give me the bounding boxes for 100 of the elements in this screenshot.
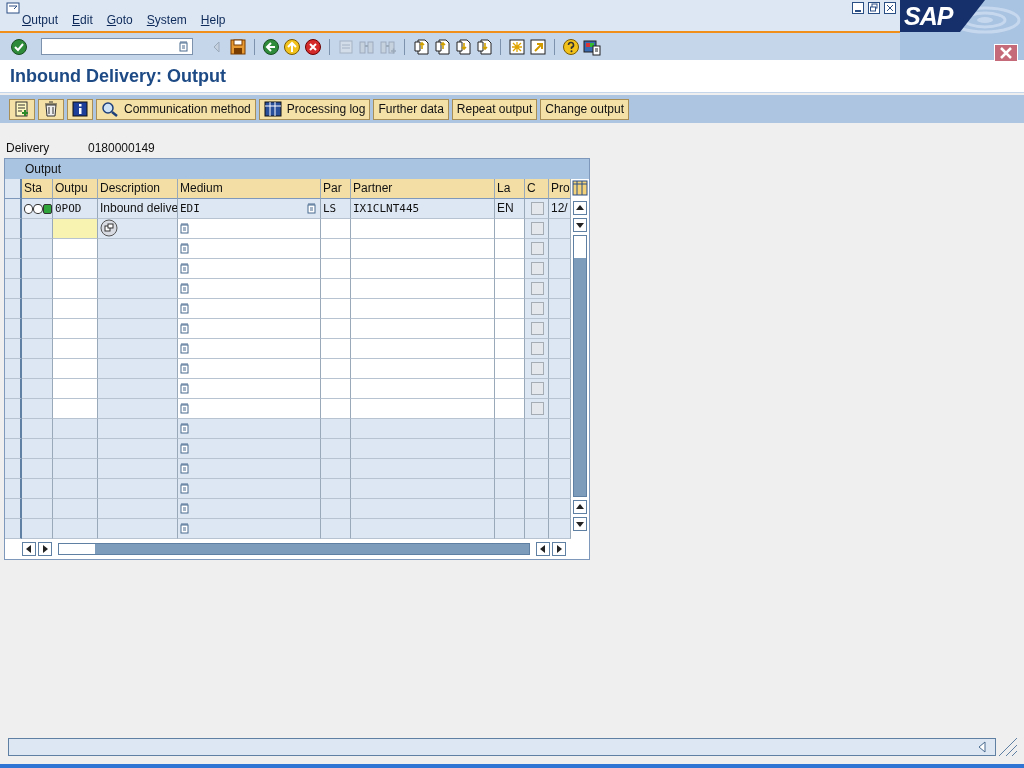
input-field[interactable] — [321, 319, 351, 339]
triangle-icon[interactable] — [977, 741, 987, 753]
input-field[interactable] — [351, 359, 495, 379]
scroll-left-button[interactable] — [22, 542, 36, 556]
value-help-icon[interactable] — [180, 283, 189, 294]
input-field[interactable] — [351, 319, 495, 339]
value-help-icon[interactable] — [180, 363, 189, 374]
checkbox[interactable] — [531, 382, 544, 395]
row-selector[interactable] — [5, 319, 22, 339]
row-selector[interactable] — [5, 219, 22, 239]
input-field[interactable] — [321, 339, 351, 359]
row-selector[interactable] — [5, 199, 22, 219]
checkbox[interactable] — [531, 302, 544, 315]
previous-page-icon[interactable] — [433, 37, 451, 56]
value-help-icon[interactable] — [180, 383, 189, 394]
toolbar-button[interactable]: Change output — [540, 98, 629, 120]
value-help-icon[interactable] — [180, 403, 189, 414]
input-field[interactable] — [178, 299, 321, 319]
value-help-icon[interactable] — [180, 263, 189, 274]
row-selector[interactable] — [5, 299, 22, 319]
input-field[interactable] — [321, 259, 351, 279]
scroll-up-button[interactable] — [573, 201, 587, 215]
minimize-icon[interactable] — [852, 2, 864, 14]
row-selector[interactable] — [5, 339, 22, 359]
input-field[interactable] — [495, 239, 525, 259]
column-header[interactable]: Partner — [351, 179, 495, 199]
checkbox[interactable] — [531, 222, 544, 235]
delete-button[interactable] — [38, 98, 64, 120]
details-button[interactable] — [9, 98, 35, 120]
horizontal-scrollbar[interactable] — [58, 543, 530, 555]
input-field[interactable] — [321, 379, 351, 399]
input-field[interactable] — [351, 259, 495, 279]
row-selector[interactable] — [5, 279, 22, 299]
row-selector[interactable] — [5, 239, 22, 259]
input-field[interactable] — [178, 379, 321, 399]
input-field[interactable] — [495, 279, 525, 299]
input-field[interactable] — [178, 239, 321, 259]
input-field[interactable] — [178, 399, 321, 419]
check-icon[interactable] — [10, 37, 28, 56]
value-help-icon[interactable] — [180, 443, 189, 454]
value-help-icon[interactable] — [180, 503, 189, 514]
input-field[interactable] — [351, 399, 495, 419]
input-field[interactable] — [495, 259, 525, 279]
details-button[interactable] — [100, 219, 118, 237]
input-field[interactable] — [53, 239, 98, 259]
scroll-right-button[interactable] — [552, 542, 566, 556]
input-field[interactable] — [495, 219, 525, 239]
input-field[interactable] — [178, 319, 321, 339]
toolbar-button[interactable]: Processing log — [258, 98, 371, 120]
value-help-icon[interactable] — [180, 483, 189, 494]
first-page-icon[interactable] — [412, 37, 430, 56]
toolbar-button[interactable]: Repeat output — [451, 98, 538, 120]
vertical-scrollbar[interactable] — [573, 235, 587, 497]
input-field[interactable] — [53, 219, 98, 239]
value-help-icon[interactable] — [180, 423, 189, 434]
checkbox[interactable] — [531, 322, 544, 335]
back-icon[interactable] — [262, 37, 280, 56]
value-help-icon[interactable] — [180, 463, 189, 474]
checkbox[interactable] — [531, 342, 544, 355]
row-selector[interactable] — [5, 439, 22, 459]
input-field[interactable] — [53, 359, 98, 379]
shortcut-icon[interactable] — [529, 37, 547, 56]
layout-icon[interactable] — [583, 37, 601, 56]
menu-item[interactable]: Edit — [72, 13, 93, 27]
checkbox[interactable] — [531, 282, 544, 295]
input-field[interactable] — [178, 359, 321, 379]
command-field[interactable] — [41, 38, 193, 55]
input-field[interactable] — [495, 299, 525, 319]
input-field[interactable] — [351, 219, 495, 239]
input-field[interactable] — [495, 379, 525, 399]
input-field[interactable] — [321, 359, 351, 379]
scroll-up-button[interactable] — [573, 500, 587, 514]
close-icon[interactable] — [884, 2, 896, 14]
input-field[interactable] — [53, 399, 98, 419]
value-help-icon[interactable] — [180, 323, 189, 334]
column-header[interactable]: C — [525, 179, 549, 199]
scroll-right-button[interactable] — [38, 542, 52, 556]
value-help-icon[interactable] — [180, 303, 189, 314]
last-page-icon[interactable] — [475, 37, 493, 56]
scroll-left-button[interactable] — [536, 542, 550, 556]
checkbox[interactable] — [531, 242, 544, 255]
input-field[interactable] — [351, 299, 495, 319]
value-help-icon[interactable] — [180, 243, 189, 254]
row-selector[interactable] — [5, 379, 22, 399]
resize-grip-icon[interactable] — [998, 737, 1018, 757]
column-header[interactable]: La — [495, 179, 525, 199]
help-icon[interactable] — [562, 37, 580, 56]
input-field[interactable] — [53, 379, 98, 399]
menu-item[interactable]: Goto — [106, 13, 133, 27]
input-field[interactable] — [351, 279, 495, 299]
save-icon[interactable] — [229, 37, 247, 56]
column-header[interactable]: Medium — [178, 179, 321, 199]
menu-item[interactable]: System — [146, 13, 187, 27]
column-header[interactable]: Sta — [22, 179, 53, 199]
input-field[interactable] — [178, 339, 321, 359]
input-field[interactable] — [351, 339, 495, 359]
input-field[interactable] — [53, 259, 98, 279]
checkbox[interactable] — [531, 262, 544, 275]
row-selector[interactable] — [5, 499, 22, 519]
column-header[interactable]: Pro — [549, 179, 571, 199]
